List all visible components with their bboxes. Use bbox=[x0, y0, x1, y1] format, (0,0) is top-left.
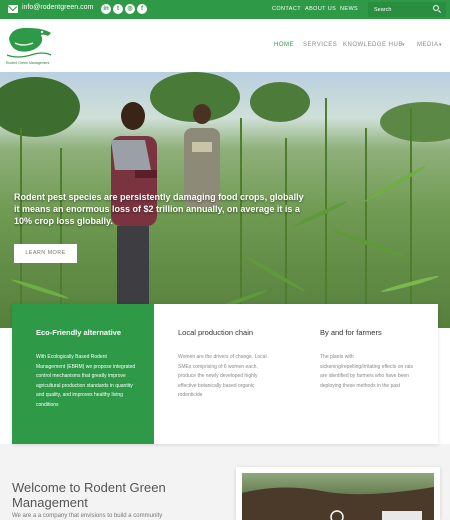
feature-text: With Ecologically Based Rodent Managemen… bbox=[36, 354, 136, 408]
feature-card-farmers: By and for farmers The plants with sicke… bbox=[296, 304, 438, 444]
mail-icon bbox=[8, 5, 18, 13]
facebook-icon[interactable]: f bbox=[137, 4, 147, 14]
hero-banner: Rodent pest species are persistently dam… bbox=[0, 72, 450, 328]
welcome-subtitle: We are a a company that envisions to bui… bbox=[12, 513, 163, 519]
logo-text: Rodent Green Management bbox=[6, 61, 50, 65]
feature-card-eco: Eco-Friendly alternative With Ecological… bbox=[12, 304, 154, 444]
search-box bbox=[368, 2, 446, 17]
contact-email-link[interactable]: info@rodentgreen.com bbox=[22, 4, 93, 11]
feature-card-local: Local production chain Women are the dri… bbox=[154, 304, 296, 444]
nav-services[interactable]: SERVICES bbox=[303, 42, 337, 48]
nav-media[interactable]: MEDIA bbox=[417, 42, 439, 48]
topnav-news[interactable]: NEWS bbox=[340, 6, 358, 12]
search-icon[interactable] bbox=[433, 5, 439, 11]
site-header: Rodent Green Management HOME SERVICES KN… bbox=[0, 19, 450, 72]
nav-home[interactable]: HOME bbox=[274, 42, 294, 48]
linkedin-icon[interactable]: in bbox=[101, 4, 111, 14]
instagram-icon[interactable]: ◎ bbox=[125, 4, 135, 14]
features-panel: Eco-Friendly alternative With Ecological… bbox=[12, 304, 438, 444]
nav-knowledge-hub[interactable]: KNOWLEDGE HUB bbox=[343, 42, 403, 48]
search-input[interactable] bbox=[374, 5, 430, 14]
feature-title: Local production chain bbox=[178, 328, 254, 337]
chevron-down-icon: ▾ bbox=[439, 42, 443, 48]
learn-more-button[interactable]: LEARN MORE bbox=[14, 244, 77, 263]
topnav-about-us[interactable]: ABOUT US bbox=[305, 6, 336, 12]
welcome-title: Welcome to Rodent Green Management bbox=[12, 480, 166, 510]
hero-headline: Rodent pest species are persistently dam… bbox=[14, 192, 304, 226]
field-photo bbox=[242, 473, 434, 520]
topnav-contact[interactable]: CONTACT bbox=[272, 6, 301, 12]
feature-text: Women are the drivers of change. Local S… bbox=[178, 354, 267, 398]
photo-card bbox=[236, 467, 440, 520]
feature-text: The plants with sickening/repelling/irri… bbox=[320, 354, 414, 389]
top-bar: info@rodentgreen.com in t ◎ f CONTACT AB… bbox=[0, 0, 450, 19]
feature-title: Eco-Friendly alternative bbox=[36, 328, 122, 337]
twitter-icon[interactable]: t bbox=[113, 4, 123, 14]
chevron-down-icon: ▾ bbox=[402, 42, 406, 48]
feature-title: By and for farmers bbox=[320, 328, 382, 337]
rodent-logo[interactable] bbox=[5, 25, 55, 63]
